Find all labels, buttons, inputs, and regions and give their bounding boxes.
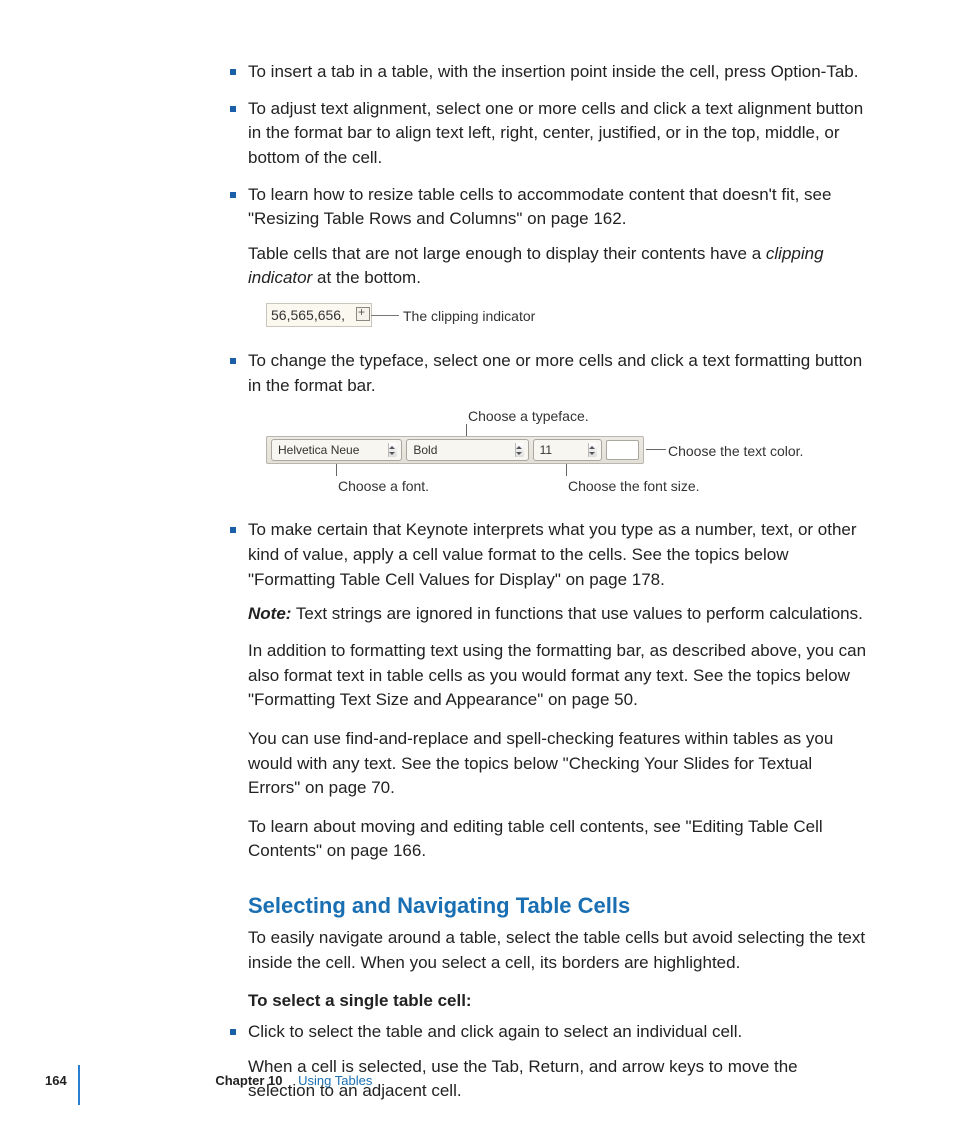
page-number: 164 xyxy=(45,1073,67,1088)
text-color-swatch[interactable] xyxy=(606,440,639,460)
body-text: To easily navigate around a table, selec… xyxy=(230,926,869,975)
list-item: To adjust text alignment, select one or … xyxy=(230,97,869,171)
note-text: Note: Text strings are ignored in functi… xyxy=(248,602,869,627)
list-item: To make certain that Keynote interprets … xyxy=(230,518,869,627)
format-bar-figure: Choose a typeface. Helvetica Neue Bold 1… xyxy=(248,406,869,506)
body-text: Table cells that are not large enough to… xyxy=(248,242,869,291)
chapter-title: Using Tables xyxy=(298,1073,372,1088)
body-text: To learn about moving and editing table … xyxy=(230,815,869,864)
body-text: To adjust text alignment, select one or … xyxy=(248,99,863,167)
figure-caption: Choose a typeface. xyxy=(468,406,589,426)
list-item: To insert a tab in a table, with the ins… xyxy=(230,60,869,85)
clipping-indicator-icon xyxy=(356,307,370,321)
font-size-dropdown[interactable]: 11 xyxy=(533,439,602,461)
procedure-heading: To select a single table cell: xyxy=(230,989,869,1014)
figure-caption: The clipping indicator xyxy=(403,306,535,326)
body-text: You can use find-and-replace and spell-c… xyxy=(230,727,869,801)
list-item: Click to select the table and click agai… xyxy=(230,1020,869,1104)
chapter-label: Chapter 10 xyxy=(215,1073,282,1088)
body-text: To insert a tab in a table, with the ins… xyxy=(248,62,858,81)
figure-caption: Choose a font. xyxy=(338,476,429,496)
body-text: To change the typeface, select one or mo… xyxy=(248,351,862,395)
body-text: In addition to formatting text using the… xyxy=(230,639,869,713)
body-text: To learn how to resize table cells to ac… xyxy=(248,185,831,229)
typeface-dropdown[interactable]: Bold xyxy=(406,439,528,461)
body-text: Click to select the table and click agai… xyxy=(248,1022,742,1041)
section-heading: Selecting and Navigating Table Cells xyxy=(230,890,869,922)
format-bar: Helvetica Neue Bold 11 xyxy=(266,436,644,464)
list-item: To learn how to resize table cells to ac… xyxy=(230,183,869,338)
figure-caption: Choose the text color. xyxy=(668,441,803,461)
font-dropdown[interactable]: Helvetica Neue xyxy=(271,439,402,461)
body-text: To make certain that Keynote interprets … xyxy=(248,520,857,588)
list-item: To change the typeface, select one or mo… xyxy=(230,349,869,506)
clipping-indicator-figure: 56,565,656, The clipping indicator xyxy=(248,297,869,337)
figure-caption: Choose the font size. xyxy=(568,476,700,496)
